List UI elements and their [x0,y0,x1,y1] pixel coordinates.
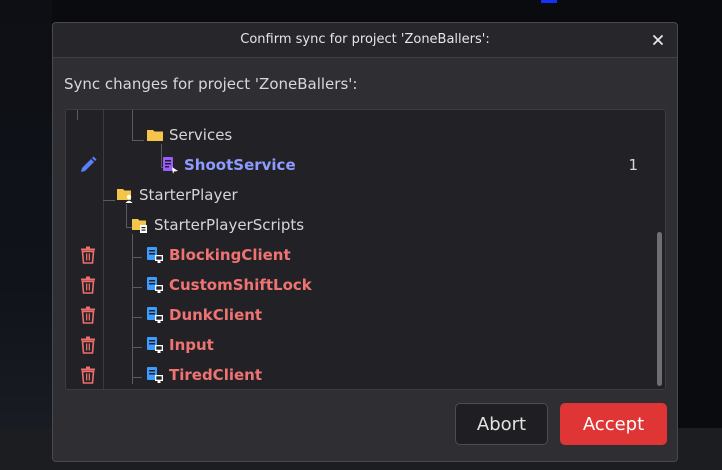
trash-icon [81,246,95,264]
dialog-title: Confirm sync for project 'ZoneBallers': [240,32,490,47]
tree-guide [77,110,78,120]
tree-row-label: TiredClient [169,366,262,384]
pencil-icon [81,156,97,172]
starter-player-scripts-icon [132,219,147,233]
dialog-subtitle: Sync changes for project 'ZoneBallers': [64,75,358,93]
tree-row-blockingclient[interactable]: BlockingClient [66,240,656,270]
trash-icon [81,306,95,324]
abort-button[interactable]: Abort [455,403,548,445]
starter-player-icon [117,189,133,203]
folder-icon [147,130,163,141]
trash-icon [81,336,95,354]
local-script-icon [147,277,163,293]
background-scene [0,0,52,470]
sync-dialog: Confirm sync for project 'ZoneBallers': … [52,22,678,462]
local-script-icon [147,247,163,263]
tree-row-label: ShootService [184,156,296,174]
tree-row-shootservice[interactable]: ShootService 1 [66,150,656,180]
close-button[interactable] [649,31,667,49]
accept-button[interactable]: Accept [560,403,667,445]
tree-row-dunkclient[interactable]: DunkClient [66,300,656,330]
changes-tree[interactable]: Services ShootService 1 StarterPlayer St… [65,109,666,390]
change-count: 1 [628,156,638,174]
tree-row-starterplayerscripts[interactable]: StarterPlayerScripts [66,210,656,240]
tree-row-label: DunkClient [169,306,263,324]
tree-scrollbar[interactable] [657,232,662,386]
module-script-icon [163,157,178,174]
tree-row-label: Input [169,336,214,354]
trash-icon [81,276,95,294]
local-script-icon [147,307,163,323]
tree-row-customshiftlock[interactable]: CustomShiftLock [66,270,656,300]
tree-row-label: Services [169,126,233,144]
tree-row-starterplayer[interactable]: StarterPlayer [66,180,656,210]
close-icon [653,35,663,45]
local-script-icon [147,367,163,383]
tree-row-services[interactable]: Services [66,120,656,150]
dialog-titlebar: Confirm sync for project 'ZoneBallers': [53,23,677,58]
tree-row-input[interactable]: Input [66,330,656,360]
tree-row-label: StarterPlayer [139,186,238,204]
tree-row-tiredclient[interactable]: TiredClient [66,360,656,389]
tree-row-label: StarterPlayerScripts [154,216,305,234]
trash-icon [81,366,95,384]
tree-row-label: CustomShiftLock [169,276,312,294]
tree-row-label: BlockingClient [169,246,291,264]
background-marker [541,0,557,3]
local-script-icon [147,337,163,353]
